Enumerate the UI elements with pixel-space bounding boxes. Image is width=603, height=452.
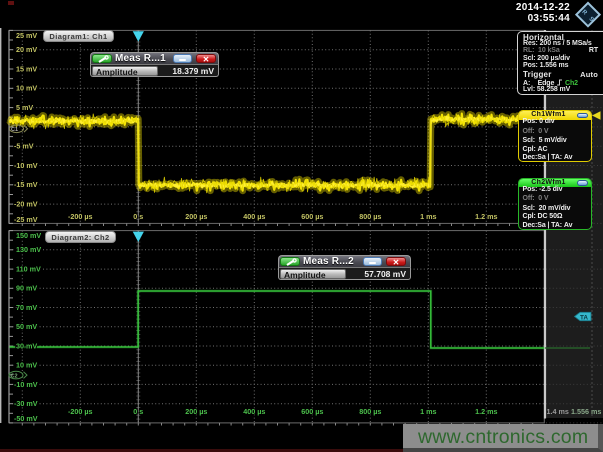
svg-text:130 mV: 130 mV [16,245,41,254]
svg-text:30 mV: 30 mV [16,341,37,350]
svg-text:-200 µs: -200 µs [68,407,93,416]
svg-text:50 mV: 50 mV [16,322,37,331]
svg-text:110 mV: 110 mV [16,265,41,274]
svg-text:800 µs: 800 µs [359,212,381,221]
svg-text:90 mV: 90 mV [16,284,37,293]
svg-text:10 mV: 10 mV [16,84,37,93]
svg-text:1 ms: 1 ms [420,212,436,221]
svg-text:TA: TA [580,314,588,321]
svg-text:200 µs: 200 µs [185,407,207,416]
svg-text:1.556 ms: 1.556 ms [571,407,601,416]
svg-text:-10 mV: -10 mV [14,161,38,170]
svg-text:1.2 ms: 1.2 ms [475,212,497,221]
svg-text:400 µs: 400 µs [243,407,265,416]
svg-text:0 s: 0 s [133,212,143,221]
svg-text:200 µs: 200 µs [185,212,207,221]
svg-text:-10 mV: -10 mV [14,380,38,389]
svg-text:-25 mV: -25 mV [14,215,38,224]
svg-text:C1: C1 [11,127,18,133]
svg-text:-5 mV: -5 mV [14,142,34,151]
svg-text:800 µs: 800 µs [359,407,381,416]
svg-text:20 mV: 20 mV [16,45,37,54]
svg-text:C2: C2 [11,374,18,380]
svg-text:70 mV: 70 mV [16,303,37,312]
svg-text:25 mV: 25 mV [16,31,37,40]
svg-text:1 ms: 1 ms [420,407,436,416]
svg-text:600 µs: 600 µs [301,407,323,416]
svg-text:1.2 ms: 1.2 ms [475,407,497,416]
svg-text:-20 mV: -20 mV [14,200,38,209]
svg-text:0 s: 0 s [133,407,143,416]
svg-text:400 µs: 400 µs [243,212,265,221]
svg-text:-200 µs: -200 µs [68,212,93,221]
svg-text:-30 mV: -30 mV [14,399,38,408]
svg-text:15 mV: 15 mV [16,64,37,73]
svg-text:1.4 ms: 1.4 ms [547,407,569,416]
svg-text:5 mV: 5 mV [16,103,33,112]
svg-text:600 µs: 600 µs [301,212,323,221]
svg-text:10 mV: 10 mV [16,361,37,370]
svg-text:-50 mV: -50 mV [14,414,38,423]
svg-text:-15 mV: -15 mV [14,180,38,189]
svg-text:150 mV: 150 mV [16,231,41,240]
